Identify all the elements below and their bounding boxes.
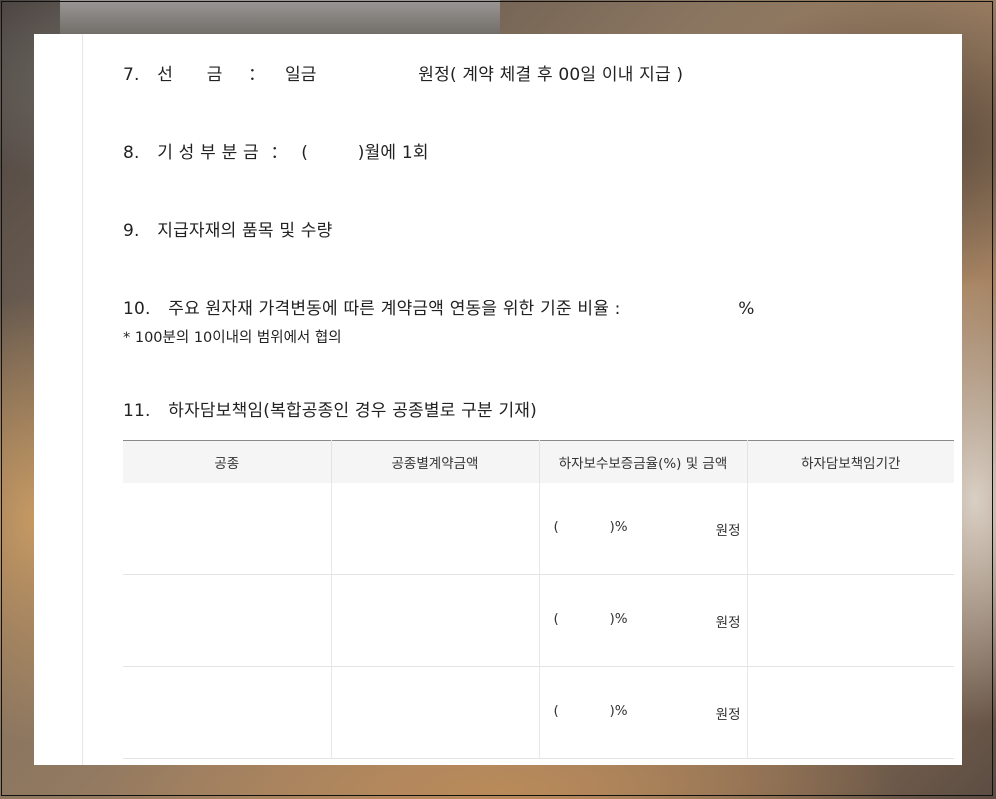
paren-open: ( (553, 702, 559, 719)
item-7-advance-payment: 7. 선 금 ： 일금 원정( 계약 체결 후 00일 이내 지급 ) (123, 60, 683, 85)
amount-prefix: 일금 (284, 65, 317, 85)
item-number: 11. (123, 401, 151, 421)
item-label: 지급자재의 품목 및 수량 (157, 221, 333, 241)
table-row: ( )% 원정 (123, 483, 954, 575)
amount-suffix: 원정( 계약 체결 후 00일 이내 지급 ) (418, 65, 684, 85)
item-11-defect-liability: 11. 하자담보책임(복합공종인 경우 공종별로 구분 기재) (123, 396, 537, 421)
item-label: 선 금 (157, 65, 223, 85)
header-liability-period: 하자담보책임기간 (747, 440, 954, 483)
table-row: ( )% 원정 (123, 666, 954, 759)
item-colon: ： (270, 143, 288, 163)
item-10-note: * 100분의 10이내의 범위에서 협의 (123, 330, 342, 346)
header-guarantee-rate: 하자보수보증금율(%) 및 금액 (539, 440, 748, 483)
period-suffix: )월에 1회 (357, 143, 429, 163)
percent-label: )% (609, 702, 628, 719)
guarantee-rate-cell[interactable]: ( )% 원정 (539, 574, 748, 667)
guarantee-rate-cell[interactable]: ( )% 원정 (539, 483, 748, 575)
item-label: 하자담보책임(복합공종인 경우 공종별로 구분 기재) (168, 401, 537, 421)
item-number: 10. (123, 299, 151, 319)
table-header-row: 공종 공종별계약금액 하자보수보증금율(%) 및 금액 하자담보책임기간 (123, 440, 954, 483)
liability-period-cell[interactable] (747, 666, 954, 759)
margin-line (82, 34, 83, 765)
item-number: 8. (123, 143, 140, 163)
percent-label: )% (609, 610, 628, 627)
won-label: 원정 (715, 614, 741, 631)
item-label: 주요 원자재 가격변동에 따른 계약금액 연동을 위한 기준 비율 : (168, 299, 621, 319)
item-number: 9. (123, 221, 140, 241)
work-type-cell[interactable] (123, 666, 332, 759)
percent-unit: % (738, 299, 755, 319)
liability-period-cell[interactable] (747, 574, 954, 667)
item-colon: ： (248, 65, 266, 85)
paren-open: ( (301, 143, 309, 163)
paren-open: ( (553, 610, 559, 627)
header-work-type: 공종 (123, 440, 332, 483)
item-9-supplied-materials: 9. 지급자재의 품목 및 수량 (123, 216, 332, 241)
table-row: ( )% 원정 (123, 574, 954, 667)
contract-amount-cell[interactable] (331, 666, 540, 759)
item-10-price-index-ratio: 10. 주요 원자재 가격변동에 따른 계약금액 연동을 위한 기준 비율 : … (123, 294, 755, 319)
won-label: 원정 (715, 522, 741, 539)
item-label: 기 성 부 분 금 (157, 143, 259, 163)
work-type-cell[interactable] (123, 574, 332, 667)
header-contract-amount: 공종별계약금액 (331, 440, 540, 483)
contract-amount-cell[interactable] (331, 574, 540, 667)
work-type-cell[interactable] (123, 483, 332, 575)
won-label: 원정 (715, 706, 741, 723)
item-8-progress-payment: 8. 기 성 부 분 금 ： ( )월에 1회 (123, 138, 429, 163)
contract-document: 7. 선 금 ： 일금 원정( 계약 체결 후 00일 이내 지급 ) 8. 기… (34, 34, 962, 765)
contract-amount-cell[interactable] (331, 483, 540, 575)
liability-period-cell[interactable] (747, 483, 954, 575)
paren-open: ( (553, 518, 559, 535)
defect-liability-table: 공종 공종별계약금액 하자보수보증금율(%) 및 금액 하자담보책임기간 ( )… (123, 440, 954, 759)
percent-label: )% (609, 518, 628, 535)
guarantee-rate-cell[interactable]: ( )% 원정 (539, 666, 748, 759)
item-number: 7. (123, 65, 140, 85)
